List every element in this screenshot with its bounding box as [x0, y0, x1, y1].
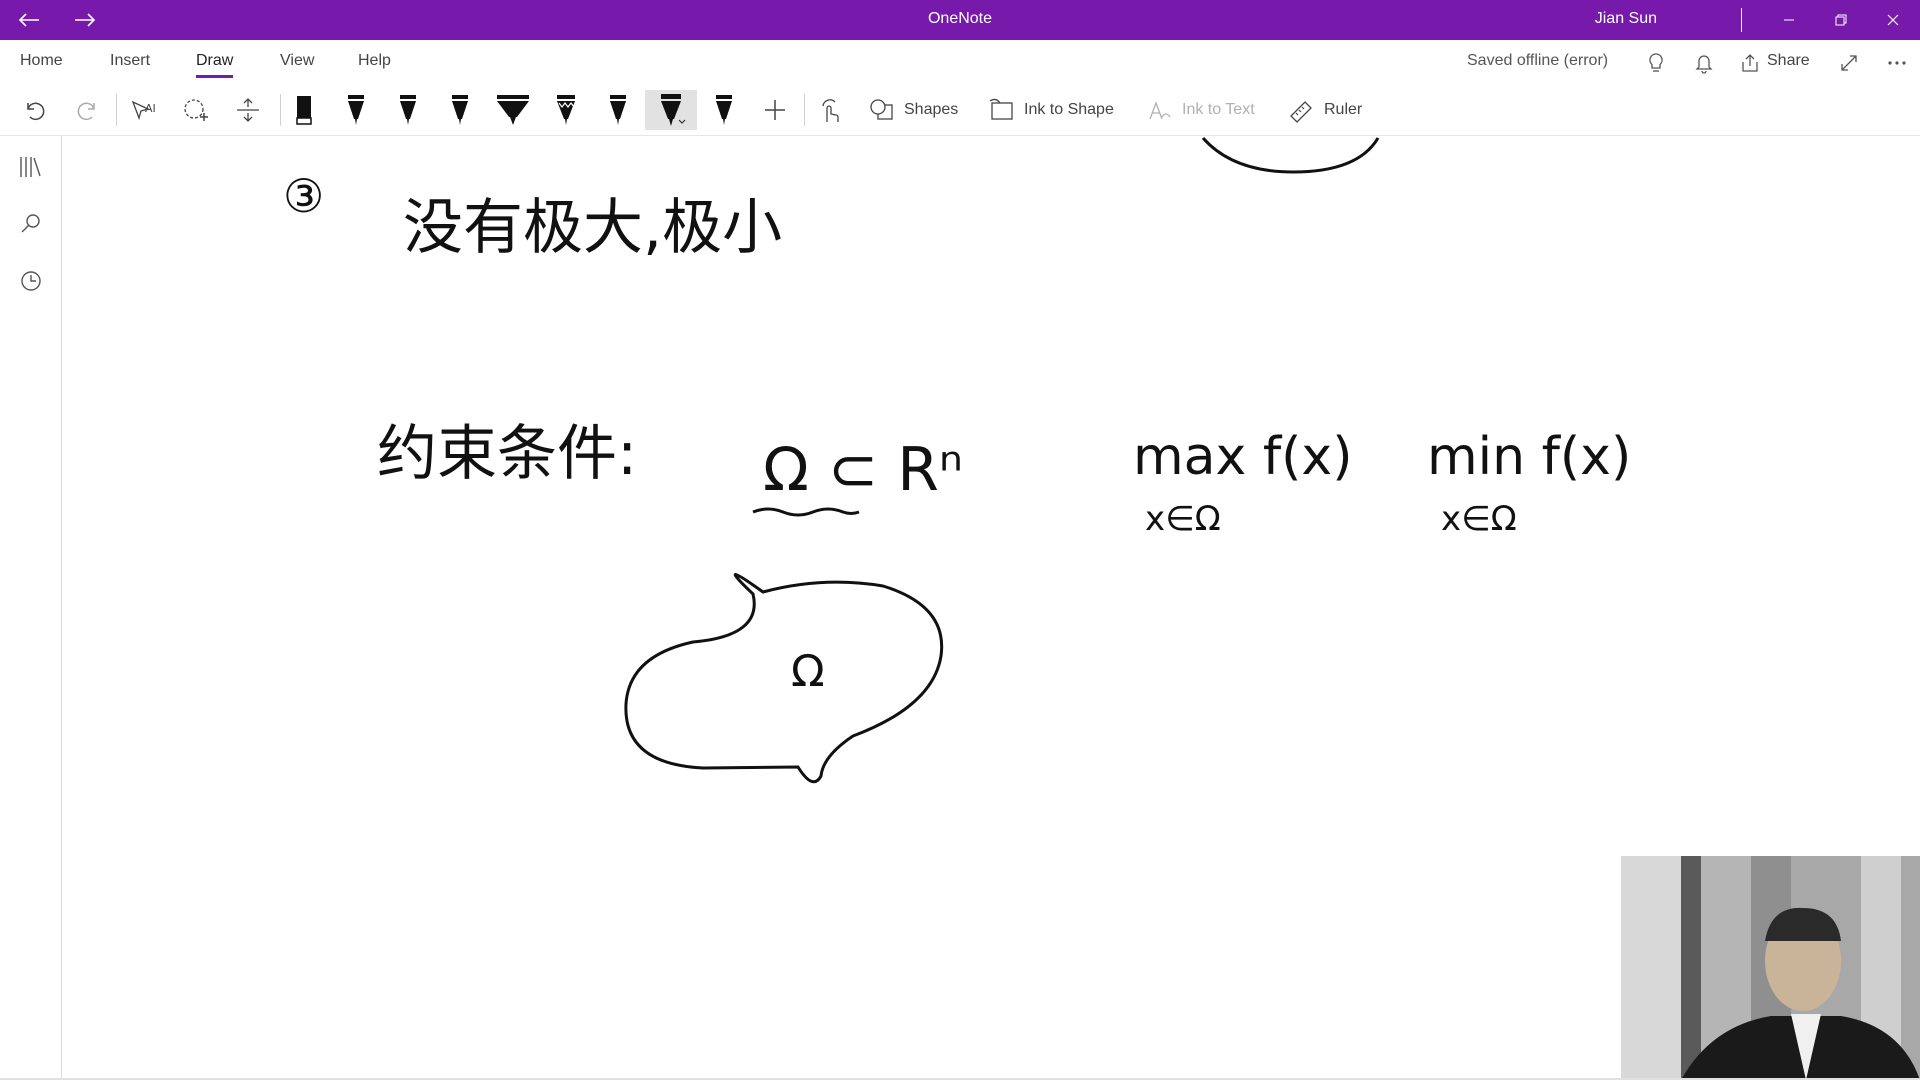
toolbar-separator: [280, 94, 281, 126]
eraser-icon[interactable]: [286, 90, 322, 130]
ink-to-text-button[interactable]: Ink to Text: [1146, 90, 1255, 130]
ruler-label: Ruler: [1324, 101, 1363, 118]
pen-black-5-icon[interactable]: [706, 90, 742, 130]
lasso-select-icon[interactable]: [178, 90, 214, 130]
pen-black-4-icon[interactable]: [600, 90, 636, 130]
webcam-overlay: [1621, 856, 1920, 1080]
more-options-icon[interactable]: [1882, 48, 1912, 78]
tab-draw[interactable]: Draw: [196, 52, 234, 78]
pen-selected-icon[interactable]: [645, 90, 697, 130]
highlighter-icon[interactable]: [492, 90, 534, 130]
svg-text:AI: AI: [145, 102, 156, 115]
close-icon[interactable]: [1870, 0, 1916, 40]
title-bar: OneNote Jian Sun: [0, 0, 1920, 40]
galaxy-pen-icon[interactable]: [548, 90, 584, 130]
ink-to-shape-icon: [989, 98, 1013, 120]
region-label: Ω: [791, 646, 825, 697]
pen-black-icon[interactable]: [338, 90, 374, 130]
undo-icon[interactable]: [16, 90, 52, 130]
max-expr: max f(x): [1133, 427, 1352, 487]
omega-underline: [752, 507, 860, 517]
min-sub: x∈Ω: [1441, 499, 1517, 539]
shapes-button[interactable]: Shapes: [868, 90, 958, 130]
touch-draw-icon[interactable]: [812, 90, 848, 130]
notebooks-icon[interactable]: [16, 152, 46, 182]
tab-insert[interactable]: Insert: [110, 52, 150, 70]
fullscreen-icon[interactable]: [1834, 48, 1864, 78]
redo-icon[interactable]: [70, 90, 106, 130]
ink-to-shape-label: Ink to Shape: [1024, 101, 1114, 118]
shapes-label: Shapes: [904, 101, 959, 118]
pen-black-3-icon[interactable]: [442, 90, 478, 130]
recent-clock-icon[interactable]: [16, 266, 46, 296]
min-expr: min f(x): [1427, 427, 1631, 487]
title-separator: [1741, 8, 1742, 32]
ruler-button[interactable]: Ruler: [1288, 90, 1362, 130]
ruler-icon: [1290, 101, 1312, 123]
tab-help[interactable]: Help: [358, 52, 391, 70]
item-number: ③: [283, 169, 324, 223]
back-arrow-icon[interactable]: [6, 0, 52, 40]
tab-view[interactable]: View: [280, 52, 314, 70]
ink-to-text-label: Ink to Text: [1182, 101, 1255, 118]
toolbar-separator: [116, 94, 117, 126]
restore-icon[interactable]: [1818, 0, 1864, 40]
ribbon-tabs: Home Insert Draw View Help Saved offline…: [0, 40, 1920, 84]
constraint-label: 约束条件:: [377, 419, 637, 489]
note-line-1: 没有极大,极小: [403, 193, 782, 263]
toolbar-separator: [804, 94, 805, 126]
search-icon[interactable]: [16, 208, 46, 238]
ink-to-shape-button[interactable]: Ink to Shape: [988, 90, 1114, 130]
draw-toolbar: AI Shapes Ink to Shape Ink to Text Ruler: [0, 84, 1920, 136]
forward-arrow-icon[interactable]: [62, 0, 108, 40]
lightbulb-icon[interactable]: [1641, 48, 1671, 78]
bell-icon[interactable]: [1689, 48, 1719, 78]
left-nav: [0, 136, 62, 1080]
ink-blob-top: [1201, 137, 1380, 174]
shapes-icon: [870, 99, 893, 120]
user-name[interactable]: Jian Sun: [1595, 10, 1657, 28]
max-sub: x∈Ω: [1145, 499, 1221, 539]
sync-status[interactable]: Saved offline (error): [1467, 52, 1608, 70]
ink-to-text-icon: [1149, 101, 1171, 120]
share-button[interactable]: Share: [1767, 52, 1810, 70]
type-select-icon[interactable]: AI: [126, 90, 162, 130]
minimize-icon[interactable]: [1766, 0, 1812, 40]
add-pen-icon[interactable]: [757, 90, 793, 130]
presenter-video: [1621, 856, 1920, 1080]
add-space-icon[interactable]: [230, 90, 266, 130]
share-icon[interactable]: [1735, 48, 1765, 78]
tab-home[interactable]: Home: [20, 52, 63, 70]
region-blob: [624, 573, 944, 784]
omega-subset: Ω ⊂ Rⁿ: [763, 435, 963, 505]
pen-black-2-icon[interactable]: [390, 90, 426, 130]
